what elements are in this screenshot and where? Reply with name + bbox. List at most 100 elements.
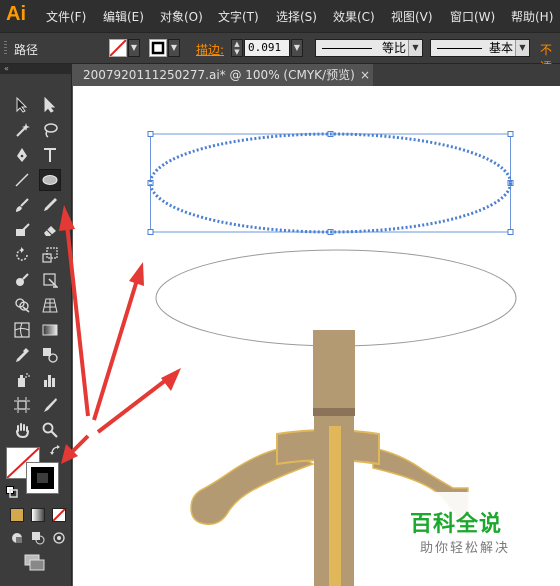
menu-file[interactable]: 文件(F): [46, 8, 86, 25]
spray-can-icon: [18, 373, 30, 387]
none-mode-button[interactable]: [52, 508, 66, 522]
swap-fill-stroke-icon[interactable]: [50, 445, 62, 457]
menu-type[interactable]: 文字(T): [218, 8, 259, 25]
scale-tool[interactable]: [39, 244, 61, 266]
draw-behind-button[interactable]: [31, 531, 45, 545]
type-tool[interactable]: [39, 144, 61, 166]
paintbrush-icon: [16, 198, 29, 212]
scale-icon: [42, 247, 58, 263]
perspective-grid-tool[interactable]: [39, 294, 61, 316]
line-segment-tool[interactable]: [11, 169, 33, 191]
bar-graph-icon: [44, 375, 55, 387]
shape-builder-tool[interactable]: [11, 294, 33, 316]
type-t-icon: [44, 148, 56, 162]
table-upper-column[interactable]: [313, 330, 355, 410]
color-mode-button[interactable]: [10, 508, 24, 522]
eraser-icon: [44, 226, 56, 236]
slice-knife-icon: [44, 398, 57, 412]
fill-dropdown-arrow[interactable]: ▼: [128, 39, 140, 57]
hollow-arrow-icon: [44, 97, 56, 113]
blob-brush-icon: [16, 223, 30, 236]
app-logo: Ai: [6, 3, 26, 25]
eyedropper-icon: [16, 348, 29, 362]
mesh-tool[interactable]: [11, 319, 33, 341]
tools-panel-header[interactable]: «: [0, 64, 72, 74]
symbol-sprayer-tool[interactable]: [11, 369, 33, 391]
pencil-tool[interactable]: [39, 194, 61, 216]
menu-view[interactable]: 视图(V): [391, 8, 433, 25]
eyedropper-tool[interactable]: [11, 344, 33, 366]
profile-line-preview: [322, 48, 372, 49]
stroke-weight-input[interactable]: 0.091: [244, 39, 290, 57]
none-swatch-icon: [53, 509, 65, 521]
close-icon[interactable]: ×: [360, 64, 370, 86]
watermark-slogan: 助你轻松解决: [420, 541, 511, 556]
free-transform-icon: [43, 273, 58, 288]
direct-selection-tool[interactable]: [39, 94, 61, 116]
brush-definition[interactable]: 基本 ▼: [430, 39, 530, 57]
table-column-highlight: [329, 426, 341, 586]
warp-tool[interactable]: [11, 269, 33, 291]
ellipse-icon: [42, 175, 58, 185]
menu-object[interactable]: 对象(O): [160, 8, 203, 25]
chevron-down-icon: ▼: [408, 40, 422, 56]
zoom-tool[interactable]: [39, 419, 61, 441]
menu-effect[interactable]: 效果(C): [333, 8, 375, 25]
menu-edit[interactable]: 编辑(E): [103, 8, 144, 25]
brush-label: 基本: [488, 41, 513, 55]
pen-nib-icon: [17, 148, 27, 162]
watermark-brand: 百科全说: [410, 512, 503, 537]
stroke-spinner[interactable]: ▲ ▼: [231, 39, 243, 57]
panel-grip[interactable]: [4, 41, 7, 55]
arrow-icon: [16, 97, 28, 113]
variable-width-profile[interactable]: 等比 ▼: [315, 39, 423, 57]
perspective-grid-icon: [42, 298, 58, 313]
rotate-tool[interactable]: [11, 244, 33, 266]
magic-wand-icon: [16, 123, 30, 137]
default-colors-icon[interactable]: [6, 486, 18, 498]
artboard-icon: [14, 397, 30, 413]
menu-window[interactable]: 窗口(W): [450, 8, 495, 25]
stroke-dropdown-arrow[interactable]: ▼: [168, 39, 180, 57]
chevron-down-icon: ▼: [515, 40, 529, 56]
hand-icon: [16, 423, 29, 438]
menu-select[interactable]: 选择(S): [276, 8, 317, 25]
menu-bar: Ai 文件(F) 编辑(E) 对象(O) 文字(T) 选择(S) 效果(C) 视…: [0, 0, 560, 32]
document-tab-bar: 2007920111250277.ai* @ 100% (CMYK/预览) ×: [73, 64, 560, 86]
stroke-weight-label[interactable]: 描边:: [196, 41, 224, 58]
free-transform-tool[interactable]: [39, 269, 61, 291]
selected-ellipse-path[interactable]: [149, 132, 512, 234]
selection-tool[interactable]: [11, 94, 33, 116]
pen-tool[interactable]: [11, 144, 33, 166]
bounding-box-handles[interactable]: [147, 131, 514, 235]
selection-type-label: 路径: [14, 43, 39, 57]
draw-normal-button[interactable]: [10, 531, 24, 545]
hand-tool[interactable]: [11, 419, 33, 441]
stroke-color-swatch[interactable]: [26, 462, 59, 494]
ellipse-tool[interactable]: [39, 169, 61, 191]
gradient-tool[interactable]: [39, 319, 61, 341]
gradient-mode-button[interactable]: [31, 508, 45, 522]
none-swatch-icon: [110, 40, 126, 56]
document-tab[interactable]: 2007920111250277.ai* @ 100% (CMYK/预览): [73, 64, 373, 86]
stroke-swatch[interactable]: [149, 39, 167, 57]
draw-inside-button[interactable]: [52, 531, 66, 545]
fill-swatch[interactable]: [109, 39, 127, 57]
lasso-tool[interactable]: [39, 119, 61, 141]
screen-mode-button[interactable]: [24, 554, 46, 572]
blend-icon: [43, 348, 58, 363]
mesh-icon: [14, 322, 30, 338]
document-tab-title: 2007920111250277.ai* @ 100% (CMYK/预览): [83, 68, 355, 82]
stroke-swatch-icon: [151, 41, 165, 55]
warp-icon: [16, 273, 29, 286]
eraser-tool[interactable]: [39, 219, 61, 241]
artboard-tool[interactable]: [11, 394, 33, 416]
stroke-weight-dropdown[interactable]: ▼: [291, 39, 303, 57]
column-graph-tool[interactable]: [39, 369, 61, 391]
magic-wand-tool[interactable]: [11, 119, 33, 141]
blend-tool[interactable]: [39, 344, 61, 366]
menu-help[interactable]: 帮助(H): [511, 8, 553, 25]
paintbrush-tool[interactable]: [11, 194, 33, 216]
slice-tool[interactable]: [39, 394, 61, 416]
blob-brush-tool[interactable]: [11, 219, 33, 241]
